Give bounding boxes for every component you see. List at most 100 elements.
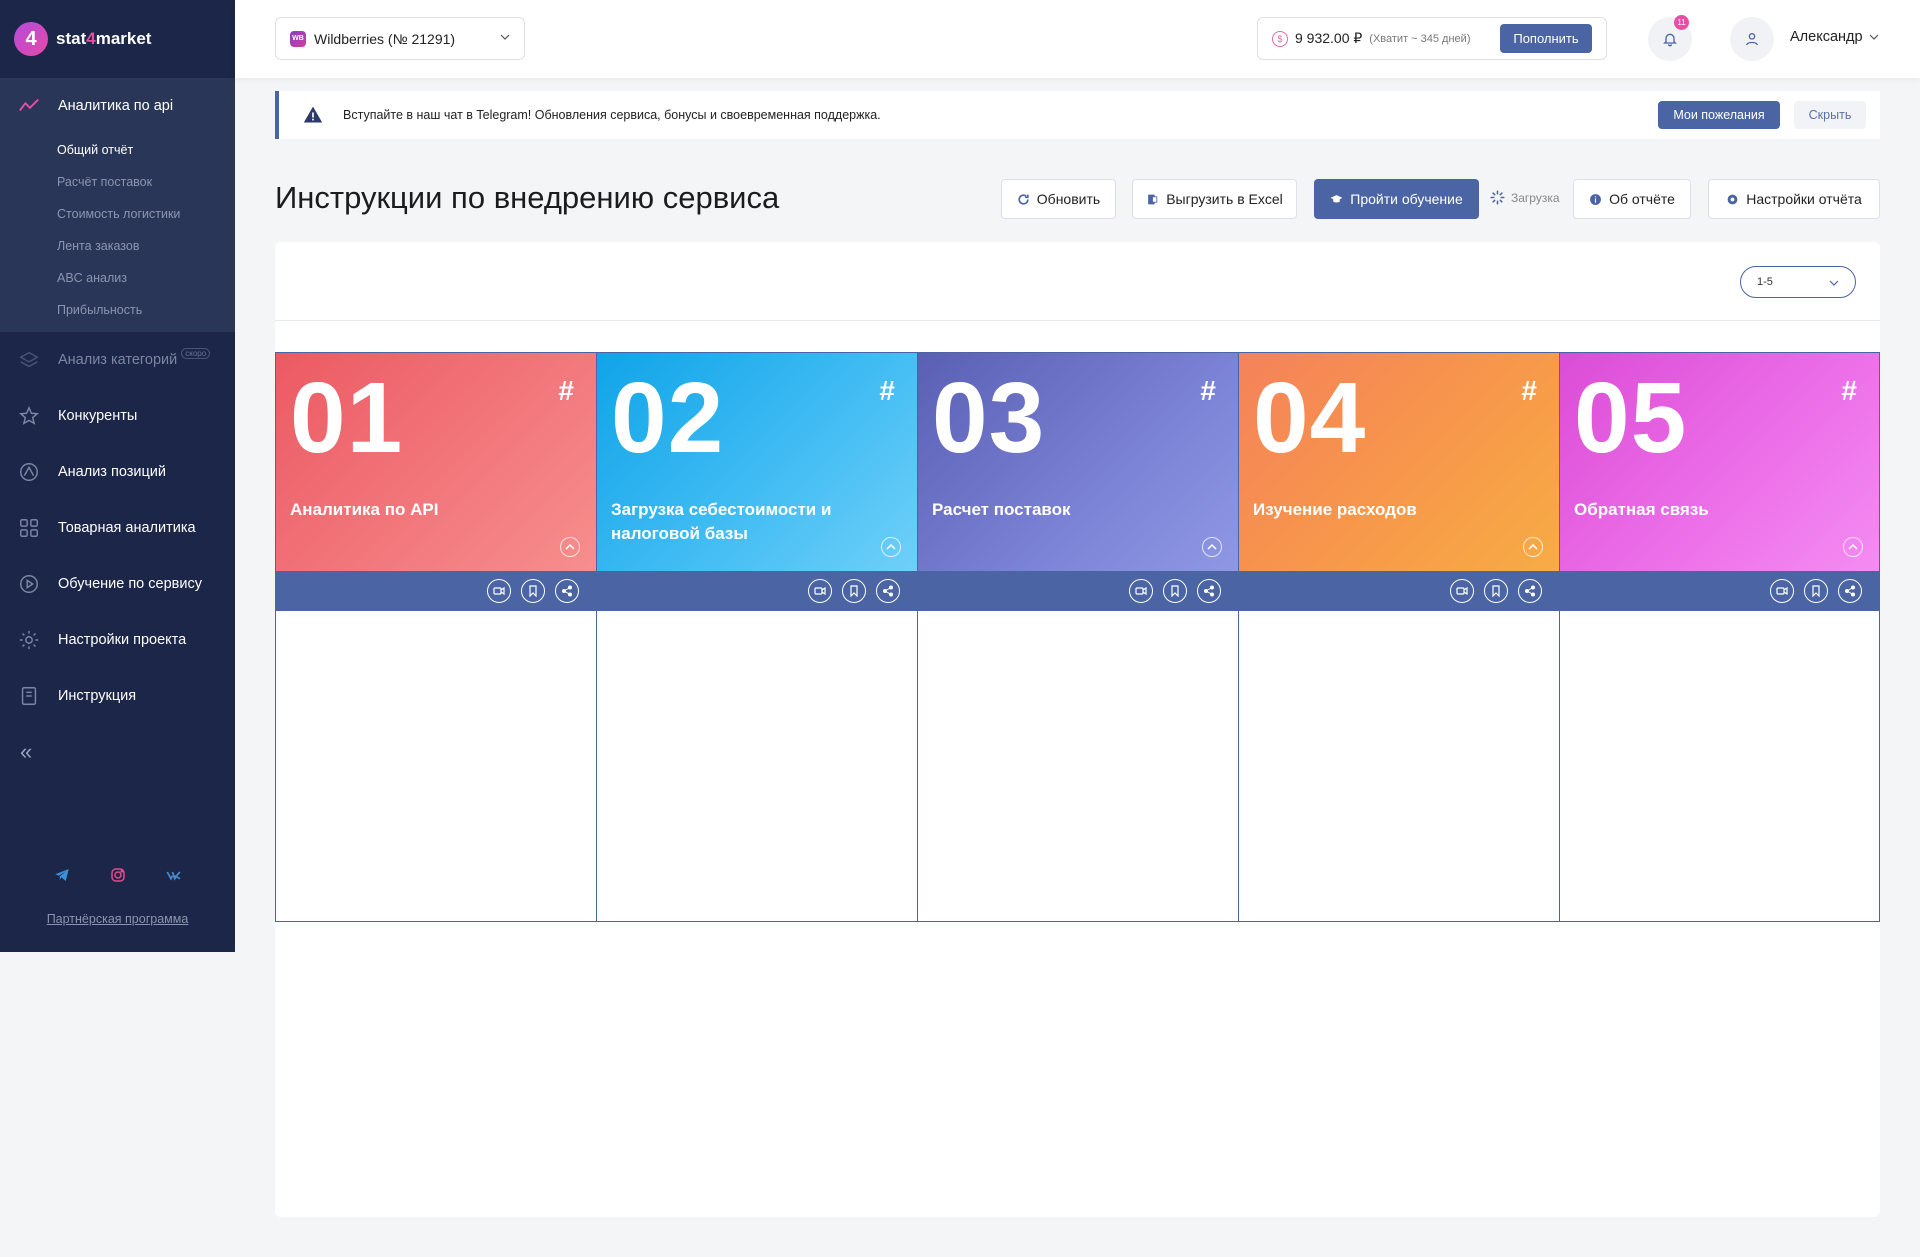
card-body <box>1560 611 1879 921</box>
range-select-value: 1-5 <box>1757 276 1773 288</box>
topup-button[interactable]: Пополнить <box>1500 24 1592 53</box>
sidebar-item-label: Анализ позиций <box>58 464 166 480</box>
card-header[interactable]: 05 # Обратная связь <box>1560 353 1879 571</box>
report-settings-button[interactable]: Настройки отчёта <box>1708 179 1880 219</box>
card-title: Расчет поставок <box>932 500 1071 519</box>
my-wishes-button[interactable]: Мои пожелания <box>1658 101 1780 129</box>
notice-text: Вступайте в наш чат в Telegram! Обновлен… <box>343 108 881 122</box>
sidebar-subitem-logistics-cost[interactable]: Стоимость логистики <box>0 198 235 230</box>
instruction-card: 02 # Загрузка себестоимости и налоговой … <box>596 352 917 922</box>
play-icon <box>18 573 40 595</box>
bookmark-icon[interactable] <box>842 579 866 603</box>
sidebar-item-project-settings[interactable]: Настройки проекта <box>0 612 235 668</box>
card-actions <box>918 571 1238 611</box>
video-icon[interactable] <box>487 579 511 603</box>
video-icon[interactable] <box>1129 579 1153 603</box>
card-body <box>918 611 1238 921</box>
card-number: 04 <box>1253 362 1367 474</box>
sidebar-item-label: Настройки проекта <box>58 632 187 648</box>
position-icon <box>18 461 40 483</box>
chevron-up-icon[interactable] <box>1523 537 1543 557</box>
sidebar-item-service-training[interactable]: Обучение по сервису <box>0 556 235 612</box>
instruction-card: 01 # Аналитика по API <box>275 352 596 922</box>
sidebar-subitem-orders-feed[interactable]: Лента заказов <box>0 230 235 262</box>
graduation-cap-icon <box>1330 194 1343 202</box>
share-icon[interactable] <box>1197 579 1221 603</box>
card-header[interactable]: 02 # Загрузка себестоимости и налоговой … <box>597 353 917 571</box>
sidebar-item-label: Аналитика по api <box>58 98 174 114</box>
video-icon[interactable] <box>1450 579 1474 603</box>
logo-mark-icon: 4 <box>14 22 48 56</box>
start-training-button[interactable]: Пройти обучение <box>1314 179 1479 219</box>
logo-text: stat4market <box>56 29 152 48</box>
sidebar-item-label: Конкуренты <box>58 408 138 424</box>
gear-icon <box>18 629 40 651</box>
bell-icon <box>1663 33 1677 47</box>
card-actions <box>276 571 596 611</box>
sidebar-subitem-abc-analysis[interactable]: ABC анализ <box>0 262 235 294</box>
card-title: Обратная связь <box>1574 500 1709 519</box>
card-hash: # <box>1200 375 1216 406</box>
card-body <box>597 611 917 921</box>
card-header[interactable]: 04 # Изучение расходов <box>1239 353 1559 571</box>
card-number: 01 <box>290 362 404 474</box>
chevron-up-icon[interactable] <box>560 537 580 557</box>
sidebar-subitem-supply-calc[interactable]: Расчёт поставок <box>0 166 235 198</box>
document-icon <box>18 685 40 707</box>
hide-notice-button[interactable]: Скрыть <box>1794 101 1866 129</box>
bookmark-icon[interactable] <box>521 579 545 603</box>
sidebar-item-position-analysis[interactable]: Анализ позиций <box>0 444 235 500</box>
telegram-icon[interactable] <box>53 866 71 884</box>
notifications-button[interactable]: 11 <box>1648 15 1692 61</box>
sidebar-item-product-analytics[interactable]: Товарная аналитика <box>0 500 235 556</box>
chevron-down-icon <box>1869 34 1878 40</box>
partner-program-link[interactable]: Партнёрская программа <box>0 912 235 926</box>
bookmark-icon[interactable] <box>1804 579 1828 603</box>
refresh-icon <box>1018 193 1029 205</box>
bookmark-icon[interactable] <box>1484 579 1508 603</box>
info-icon <box>1590 193 1602 205</box>
video-icon[interactable] <box>1770 579 1794 603</box>
card-hash: # <box>879 375 895 406</box>
soon-badge: скоро <box>181 347 211 359</box>
sidebar-subitem-general-report[interactable]: Общий отчёт <box>0 134 235 166</box>
vk-icon[interactable] <box>165 866 183 884</box>
card-number: 05 <box>1574 362 1688 474</box>
sidebar-item-competitors[interactable]: Конкуренты <box>0 388 235 444</box>
export-excel-button[interactable]: Выгрузить в Excel <box>1132 179 1297 219</box>
card-actions <box>597 571 917 611</box>
user-menu[interactable]: Александр <box>1790 29 1879 45</box>
share-icon[interactable] <box>876 579 900 603</box>
range-select[interactable]: 1-5 <box>1740 266 1856 298</box>
chevron-up-icon[interactable] <box>1202 537 1222 557</box>
logo[interactable]: 4 stat4market <box>0 0 235 78</box>
sidebar-item-api-analytics[interactable]: Аналитика по api <box>0 78 235 134</box>
instagram-icon[interactable] <box>109 866 127 884</box>
video-icon[interactable] <box>808 579 832 603</box>
card-header[interactable]: 01 # Аналитика по API <box>276 353 596 571</box>
about-report-button[interactable]: Об отчёте <box>1573 179 1691 219</box>
store-select[interactable]: WB Wildberries (№ 21291) <box>275 17 525 60</box>
share-icon[interactable] <box>555 579 579 603</box>
sidebar-item-instruction[interactable]: Инструкция <box>0 668 235 724</box>
share-icon[interactable] <box>1838 579 1862 603</box>
loading-indicator: Загрузка <box>1490 190 1560 205</box>
bookmark-icon[interactable] <box>1163 579 1187 603</box>
card-hash: # <box>558 375 574 406</box>
card-title: Загрузка себестоимости и налоговой базы <box>611 500 832 543</box>
sidebar-subitem-profitability[interactable]: Прибыльность <box>0 294 235 326</box>
instruction-cards: 01 # Аналитика по API 02 # Загрузка себе… <box>275 352 1880 922</box>
share-icon[interactable] <box>1518 579 1542 603</box>
chevron-down-icon <box>500 34 510 40</box>
balance-amount: 9 932.00 ₽ <box>1295 30 1363 46</box>
collapse-sidebar-button[interactable]: « <box>0 724 235 780</box>
card-header[interactable]: 03 # Расчет поставок <box>918 353 1238 571</box>
card-title: Аналитика по API <box>290 500 439 519</box>
sidebar-item-category-analysis[interactable]: Анализ категорий скоро <box>0 332 235 388</box>
chevron-up-icon[interactable] <box>881 537 901 557</box>
avatar[interactable] <box>1730 17 1774 61</box>
star-icon <box>18 405 40 427</box>
instruction-card: 05 # Обратная связь <box>1559 352 1880 922</box>
chevron-up-icon[interactable] <box>1843 537 1863 557</box>
refresh-button[interactable]: Обновить <box>1001 179 1116 219</box>
